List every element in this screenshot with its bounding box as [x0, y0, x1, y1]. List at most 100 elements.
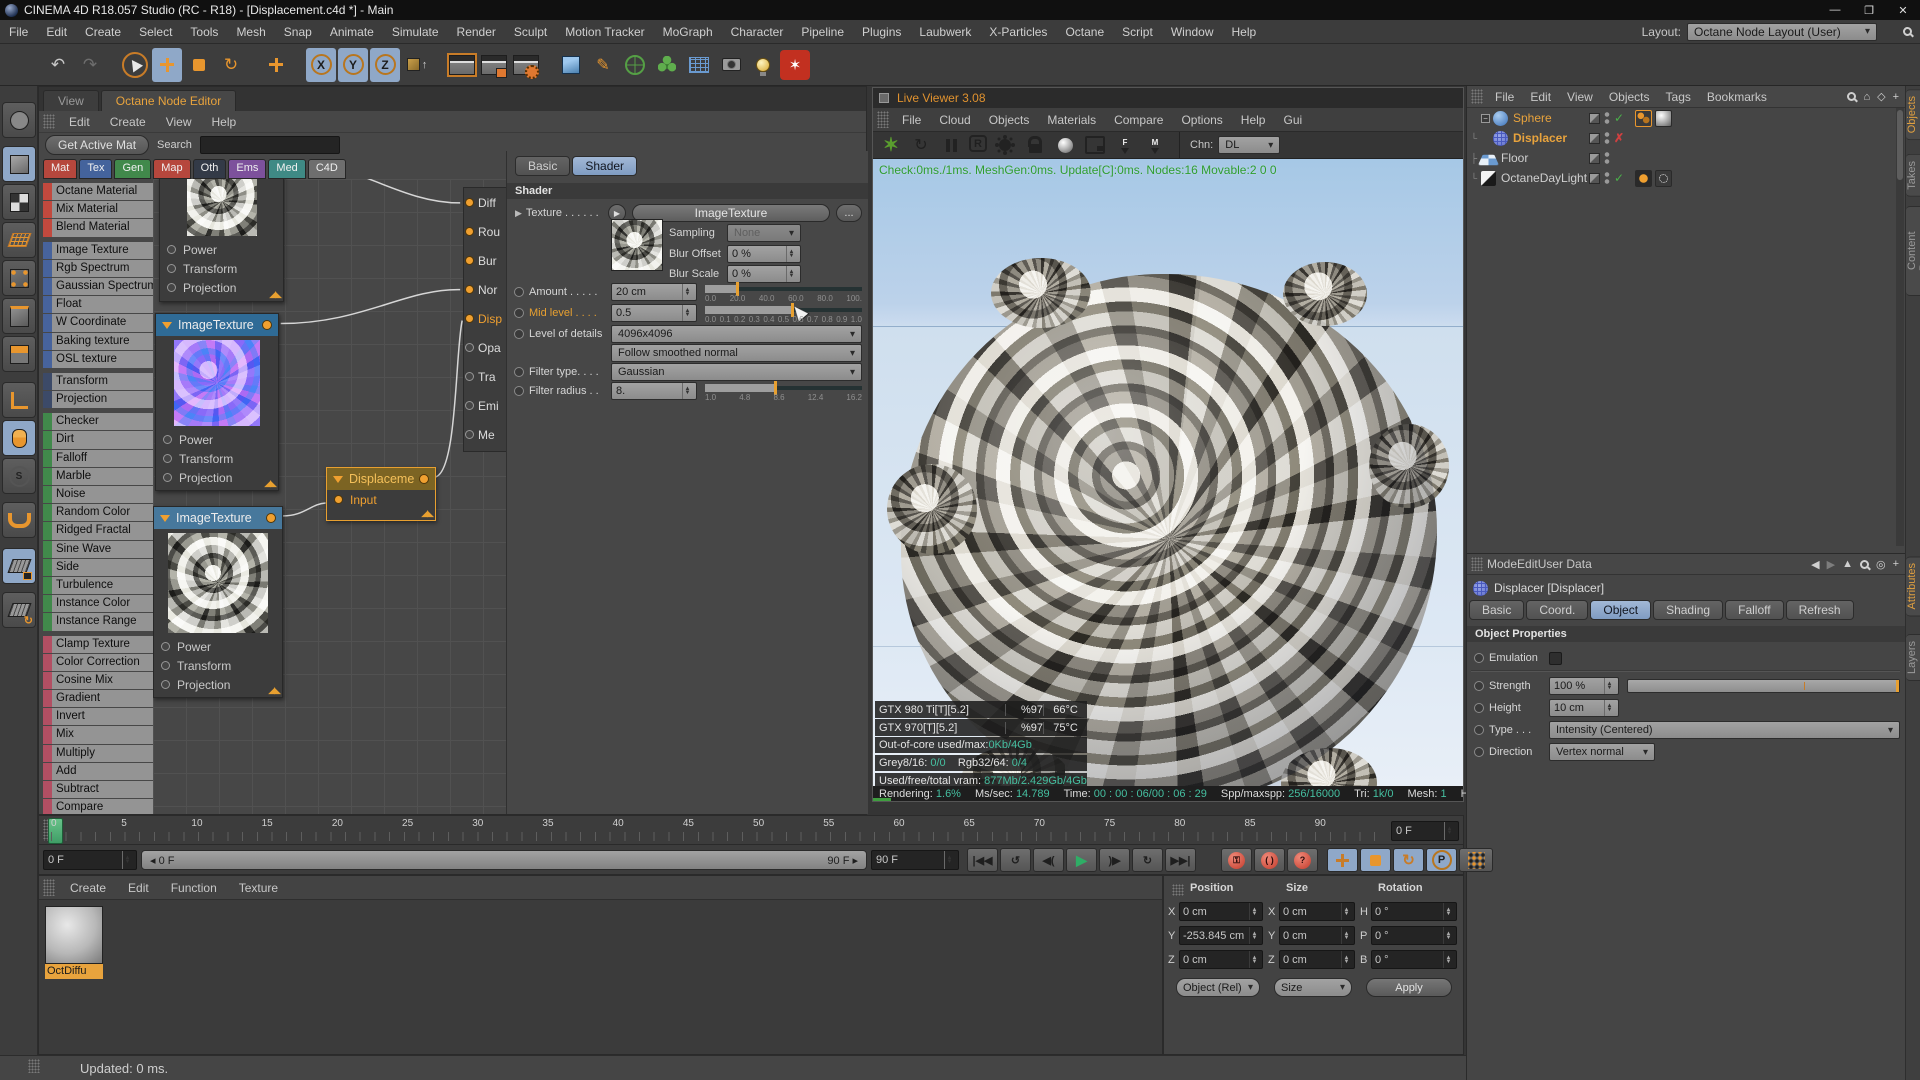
object-manager-menu-item[interactable]: Objects — [1601, 90, 1658, 104]
category-tab[interactable]: Tex — [79, 159, 112, 179]
menu-item[interactable]: Octane — [1056, 25, 1113, 39]
menu-item[interactable]: Script — [1113, 25, 1162, 39]
object-manager-menu-item[interactable]: Edit — [1522, 90, 1559, 104]
attribute-tab[interactable]: Shading — [1653, 600, 1723, 620]
coordinate-system-icon[interactable] — [402, 48, 432, 82]
side-tab-takes[interactable]: Takes — [1906, 154, 1920, 197]
live-viewer-menu-item[interactable]: Compare — [1105, 113, 1172, 127]
level-of-details-dropdown[interactable]: 4096x4096 — [611, 325, 862, 343]
type-dropdown[interactable]: Intensity (Centered) — [1549, 721, 1900, 739]
texture-type-item[interactable]: Checker — [43, 413, 153, 430]
category-tab[interactable]: Ems — [228, 159, 266, 179]
expander-icon[interactable]: − — [1481, 114, 1490, 123]
anim-dot-icon[interactable] — [514, 329, 524, 339]
anim-dot-icon[interactable] — [1474, 703, 1484, 713]
position-y-field[interactable]: -253.845 cm▲▼ — [1179, 926, 1263, 945]
record-parameter-toggle[interactable]: P — [1426, 848, 1457, 872]
object-row-displacer[interactable]: └ Displacer ✗ — [1467, 128, 1905, 148]
panel-grip[interactable] — [28, 1059, 40, 1073]
texture-type-item[interactable]: Octane Material — [43, 183, 153, 200]
octane-logo-icon[interactable]: ✶ — [879, 135, 903, 155]
polygons-mode-icon[interactable] — [2, 336, 36, 372]
texture-type-item[interactable]: Mix — [43, 726, 153, 743]
attribute-tab[interactable]: Refresh — [1786, 600, 1854, 620]
anim-dot-icon[interactable] — [514, 367, 524, 377]
menu-item[interactable]: Help — [1223, 25, 1266, 39]
search-icon[interactable] — [1860, 560, 1869, 569]
next-frame-button[interactable]: )▶ — [1099, 848, 1130, 872]
octane-icon[interactable]: ✶ — [780, 50, 810, 80]
mid-level-slider[interactable]: 0.00.10.20.30.40.50.60.70.80.91.0 — [705, 303, 862, 323]
shader-panel-tab[interactable]: Shader — [572, 156, 637, 176]
attribute-tab[interactable]: Basic — [1469, 600, 1524, 620]
menu-item[interactable]: Snap — [275, 25, 321, 39]
panel-grip[interactable] — [1471, 557, 1483, 571]
menu-item[interactable]: File — [0, 25, 37, 39]
attribute-menu-item[interactable]: Edit — [1517, 557, 1538, 571]
home-icon[interactable]: ⌂ — [1863, 91, 1870, 103]
disabled-cross-icon[interactable]: ✗ — [1614, 131, 1626, 145]
light-icon[interactable] — [748, 48, 778, 82]
object-manager-menu-item[interactable]: File — [1487, 90, 1522, 104]
menu-item[interactable]: MoGraph — [654, 25, 722, 39]
mograph-icon[interactable] — [652, 48, 682, 82]
layer-chip[interactable] — [1589, 173, 1600, 184]
undo-icon[interactable]: ↶ — [43, 48, 73, 82]
render-settings-icon[interactable] — [511, 48, 541, 82]
live-viewer-menu-item[interactable]: Objects — [980, 113, 1039, 127]
node-input-port[interactable]: Transform — [160, 259, 283, 278]
menu-item[interactable]: X-Particles — [980, 25, 1056, 39]
menu-item[interactable]: Laubwerk — [910, 25, 980, 39]
rotation-h-field[interactable]: 0 °▲▼ — [1371, 902, 1457, 921]
previous-frame-button[interactable]: ◀( — [1033, 848, 1064, 872]
anim-dot-icon[interactable] — [514, 287, 524, 297]
editor-tab[interactable]: View — [43, 90, 99, 111]
redo-icon[interactable]: ↷ — [75, 48, 105, 82]
layer-chip[interactable] — [1589, 153, 1600, 164]
live-selection-icon[interactable] — [120, 48, 150, 82]
category-tab[interactable]: Map — [153, 159, 190, 179]
add-cube-icon[interactable] — [556, 48, 586, 82]
record-scale-toggle[interactable] — [1360, 848, 1391, 872]
last-tool-icon[interactable] — [261, 48, 291, 82]
menu-item[interactable]: Window — [1162, 25, 1223, 39]
node-input-port[interactable]: Transform — [156, 449, 278, 468]
texture-type-item[interactable]: Cosine Mix — [43, 672, 153, 689]
menu-item[interactable]: Character — [722, 25, 793, 39]
attribute-tab[interactable]: Object — [1590, 600, 1651, 620]
channel-dropdown[interactable]: DL — [1218, 136, 1280, 154]
category-tab[interactable]: C4D — [308, 159, 346, 179]
texture-type-item[interactable]: Add — [43, 763, 153, 780]
output-port-icon[interactable] — [419, 474, 429, 484]
emulation-checkbox[interactable] — [1549, 652, 1562, 665]
coord-mode-dropdown[interactable]: Object (Rel) — [1176, 978, 1260, 997]
amount-slider[interactable]: 0.020.040.060.080.0100. — [705, 282, 862, 302]
anim-dot-icon[interactable] — [1474, 681, 1484, 691]
texture-type-item[interactable]: Instance Color — [43, 595, 153, 612]
attribute-tab[interactable]: Falloff — [1725, 600, 1783, 620]
record-rotation-toggle[interactable]: ↻ — [1393, 848, 1424, 872]
side-tab-layers[interactable]: Layers — [1906, 634, 1920, 681]
node-editor-menu-item[interactable]: Create — [100, 115, 156, 129]
attribute-menu-item[interactable]: Mode — [1487, 557, 1517, 571]
material-menu-item[interactable]: Create — [59, 881, 117, 895]
image-texture-node-gray[interactable]: ImageTexture PowerTransformProjection ◢◣ — [153, 506, 283, 698]
texture-type-item[interactable]: Mix Material — [43, 201, 153, 218]
texture-type-item[interactable]: Transform — [43, 373, 153, 390]
live-viewer-menu-item[interactable]: Materials — [1038, 113, 1105, 127]
minimize-button[interactable]: — — [1818, 0, 1852, 20]
strength-slider[interactable] — [1627, 679, 1900, 693]
texture-type-item[interactable]: Ridged Fractal — [43, 522, 153, 539]
material-menu-item[interactable]: Texture — [228, 881, 289, 895]
category-tab[interactable]: Oth — [193, 159, 227, 179]
node-resize-icon[interactable]: ◢◣ — [421, 508, 433, 519]
live-viewer-menu-item[interactable]: Cloud — [930, 113, 979, 127]
attribute-tab[interactable]: Coord. — [1526, 600, 1588, 620]
object-row-sphere[interactable]: − Sphere ✓ — [1467, 108, 1905, 128]
material-port[interactable]: Diff — [464, 188, 506, 217]
texture-type-item[interactable]: Dirt — [43, 431, 153, 448]
position-z-field[interactable]: 0 cm▲▼ — [1179, 950, 1263, 969]
anim-dot-icon[interactable] — [1474, 653, 1484, 663]
material-port[interactable]: Opa — [464, 333, 506, 362]
array-grid-icon[interactable] — [684, 48, 714, 82]
